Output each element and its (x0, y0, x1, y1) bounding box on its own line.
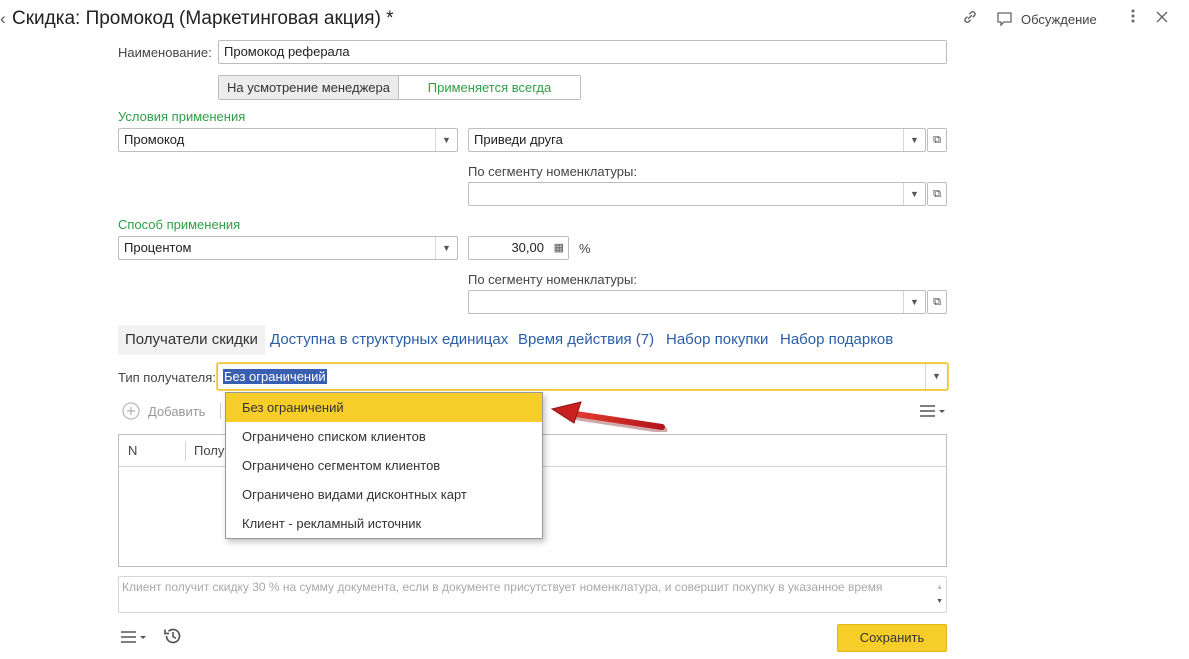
more-vertical-icon[interactable] (1123, 9, 1143, 29)
recipient-type-select[interactable]: Без ограничений ▼ (217, 363, 948, 390)
calculator-icon[interactable]: ▦ (554, 237, 564, 259)
discount-hint: Клиент получит скидку 30 % на сумму доку… (118, 576, 947, 613)
scroll-down-icon[interactable]: ▼ (936, 594, 943, 609)
scroll-up-icon[interactable]: ▲ (936, 580, 943, 595)
percent-value: 30,00 (511, 240, 544, 255)
window-edge-mark: ‹ (0, 9, 6, 28)
toolbar-divider (220, 403, 221, 419)
name-input[interactable]: Промокод реферала (218, 40, 947, 64)
recipient-type-label: Тип получателя: (118, 370, 216, 385)
segment-select-2[interactable]: ▼ (468, 290, 926, 314)
chevron-down-icon[interactable]: ▼ (435, 129, 457, 151)
close-icon[interactable] (1152, 9, 1172, 29)
segment-label-1: По сегменту номенклатуры: (468, 164, 637, 179)
dropdown-option-ad-source[interactable]: Клиент - рекламный источник (226, 509, 542, 538)
save-button[interactable]: Сохранить (837, 624, 947, 652)
menu-icon[interactable] (919, 404, 945, 421)
page-title: Скидка: Промокод (Маркетинговая акция) * (12, 8, 394, 29)
red-arrow-annotation (550, 401, 668, 432)
chevron-down-icon[interactable]: ▼ (925, 364, 947, 389)
mode-option-always[interactable]: Применяется всегда (399, 76, 580, 99)
chevron-down-icon[interactable]: ▼ (435, 237, 457, 259)
dropdown-option-card-types[interactable]: Ограничено видами дисконтных карт (226, 480, 542, 509)
open-icon[interactable]: ⧉ (927, 182, 947, 206)
add-icon (122, 402, 140, 423)
condition-object-select[interactable]: Приведи друга ▼ (468, 128, 926, 152)
chevron-down-icon[interactable]: ▼ (903, 183, 925, 205)
history-icon[interactable] (163, 626, 183, 649)
method-section-title: Способ применения (118, 217, 241, 232)
segment-select-1[interactable]: ▼ (468, 182, 926, 206)
condition-object-value: Приведи друга (474, 132, 563, 147)
column-header-recipient[interactable]: Полу (194, 443, 224, 458)
open-icon[interactable]: ⧉ (927, 290, 947, 314)
discussion-button[interactable]: Обсуждение (996, 10, 1106, 30)
open-icon[interactable]: ⧉ (927, 128, 947, 152)
mode-option-manager[interactable]: На усмотрение менеджера (219, 76, 399, 99)
dropdown-option-no-limit[interactable]: Без ограничений (226, 393, 542, 422)
tab-recipients[interactable]: Получатели скидки (118, 325, 265, 355)
add-button[interactable]: Добавить (122, 402, 212, 420)
tab-structural-units[interactable]: Доступна в структурных единицах (270, 325, 508, 355)
tab-validity-time[interactable]: Время действия (7) (518, 325, 654, 355)
column-header-n[interactable]: N (128, 443, 137, 458)
tab-purchase-set[interactable]: Набор покупки (666, 325, 768, 355)
percent-input[interactable]: 30,00 ▦ (468, 236, 569, 260)
menu-icon[interactable] (120, 630, 146, 647)
discount-hint-text: Клиент получит скидку 30 % на сумму доку… (122, 580, 883, 594)
tab-gift-set[interactable]: Набор подарков (780, 325, 893, 355)
comment-icon (996, 11, 1013, 30)
segment-label-2: По сегменту номенклатуры: (468, 272, 637, 287)
mode-switch[interactable]: На усмотрение менеджера Применяется всег… (218, 75, 581, 100)
add-label: Добавить (148, 404, 206, 419)
name-label: Наименование: (118, 45, 212, 60)
dropdown-option-client-list[interactable]: Ограничено списком клиентов (226, 422, 542, 451)
dropdown-option-client-segment[interactable]: Ограничено сегментом клиентов (226, 451, 542, 480)
link-icon[interactable] (960, 9, 980, 31)
method-select[interactable]: Процентом ▼ (118, 236, 458, 260)
discussion-label: Обсуждение (1021, 12, 1097, 27)
condition-select[interactable]: Промокод ▼ (118, 128, 458, 152)
condition-value: Промокод (124, 132, 185, 147)
recipient-type-value: Без ограничений (223, 369, 327, 384)
percent-unit: % (579, 241, 591, 256)
conditions-section-title: Условия применения (118, 109, 246, 124)
chevron-down-icon[interactable]: ▼ (903, 129, 925, 151)
column-divider (185, 441, 186, 461)
method-value: Процентом (124, 240, 192, 255)
chevron-down-icon[interactable]: ▼ (903, 291, 925, 313)
recipient-type-dropdown[interactable]: Без ограничений Ограничено списком клиен… (225, 392, 543, 539)
